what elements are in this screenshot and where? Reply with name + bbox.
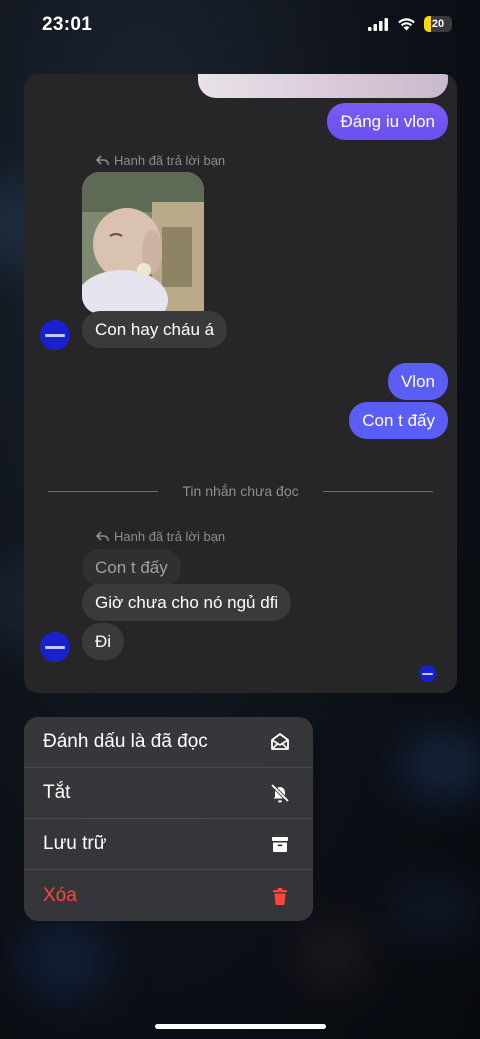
status-icons: 20	[368, 16, 452, 32]
message-incoming: Con hay cháu á	[82, 311, 228, 348]
baby-photo	[82, 172, 204, 314]
message-incoming: Giờ chưa cho nó ngủ dfi	[82, 584, 292, 621]
reply-note-text: Hanh đã trả lời bạn	[114, 529, 226, 544]
menu-item-label: Xóa	[43, 884, 77, 906]
message-photo[interactable]	[82, 172, 204, 314]
bell-slash-icon	[270, 783, 290, 803]
reply-note-text: Hanh đã trả lời bạn	[114, 153, 226, 168]
envelope-open-icon	[271, 733, 289, 750]
background-blur	[400, 730, 480, 800]
background-blur	[20, 920, 110, 1000]
battery-level: 20	[431, 18, 445, 30]
message-incoming: Đi	[82, 623, 125, 660]
menu-item-label: Tắt	[43, 782, 71, 803]
background-blur	[300, 925, 370, 985]
archive-box-icon	[272, 837, 288, 852]
chat-preview: Đáng iu vlon Hanh đã trả lời bạn Con hay…	[24, 74, 457, 693]
cellular-signal-icon	[368, 17, 388, 31]
battery-indicator: 20	[424, 16, 452, 32]
unread-divider-label: Tin nhắn chưa đọc	[182, 483, 299, 499]
shared-photo-top	[198, 74, 448, 98]
delete-item[interactable]: Xóa	[24, 870, 313, 921]
status-bar: 23:01 20	[0, 0, 480, 52]
message-outgoing: Con t đấy	[349, 402, 448, 439]
quoted-message: Con t đấy	[82, 549, 181, 586]
wifi-icon	[398, 18, 415, 31]
menu-item-label: Lưu trữ	[43, 833, 107, 854]
reply-arrow-icon	[96, 531, 109, 541]
menu-item-label: Đánh dấu là đã đọc	[43, 731, 208, 752]
reply-note: Hanh đã trả lời bạn	[96, 529, 225, 544]
reply-note: Hanh đã trả lời bạn	[96, 153, 225, 168]
message-outgoing: Đáng iu vlon	[327, 103, 448, 140]
status-time: 23:01	[42, 14, 93, 35]
mute-item[interactable]: Tắt	[24, 768, 313, 819]
context-menu: Đánh dấu là đã đọc Tắt Lưu trữ Xóa	[24, 717, 313, 921]
unread-divider: Tin nhắn chưa đọc	[48, 483, 434, 499]
mark-as-read-item[interactable]: Đánh dấu là đã đọc	[24, 717, 313, 768]
contact-avatar[interactable]	[40, 320, 70, 350]
message-outgoing: Vlon	[387, 363, 448, 400]
trash-icon	[273, 887, 287, 905]
contact-avatar[interactable]	[40, 632, 70, 662]
archive-item[interactable]: Lưu trữ	[24, 819, 313, 870]
background-blur	[390, 880, 480, 940]
seen-avatar	[419, 665, 436, 682]
home-indicator[interactable]	[155, 1024, 326, 1029]
reply-arrow-icon	[96, 155, 109, 165]
